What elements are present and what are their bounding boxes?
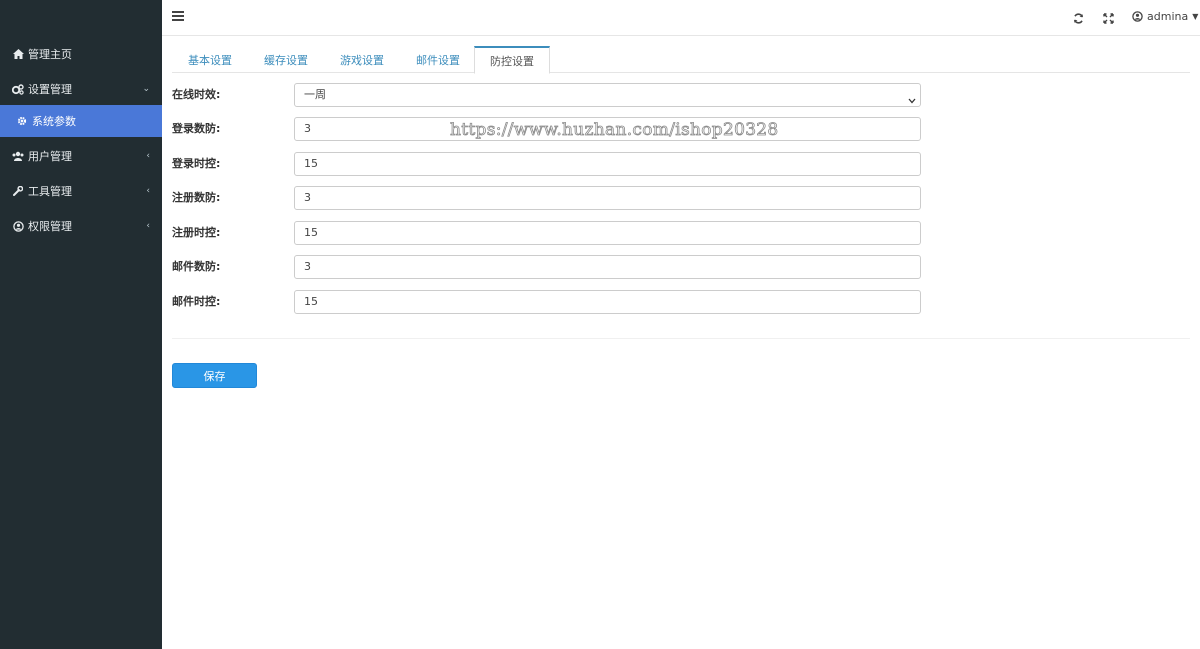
users-icon	[12, 150, 24, 162]
login-time-label: 登录时控:	[172, 157, 221, 170]
form-row-register-time: 注册时控: 15	[172, 221, 922, 245]
user-circle-icon	[1132, 11, 1143, 22]
sidebar-item-users[interactable]: 用户管理 ‹	[0, 140, 162, 172]
sidebar-item-label: 设置管理	[28, 83, 72, 96]
login-time-input[interactable]: 15	[294, 152, 921, 176]
sidebar-item-system-params[interactable]: 系统参数	[0, 105, 162, 137]
online-timeout-value: 一周	[304, 88, 326, 101]
sidebar-item-tools[interactable]: 工具管理 ‹	[0, 175, 162, 207]
form-row-mail-count: 邮件数防: 3	[172, 255, 922, 279]
cogs-icon	[12, 83, 24, 95]
login-count-input[interactable]: 3	[294, 117, 921, 141]
settings-tabs: 基本设置 缓存设置 游戏设置 邮件设置 防控设置	[172, 46, 1190, 74]
username-label: admina	[1147, 10, 1189, 23]
mail-count-input[interactable]: 3	[294, 255, 921, 279]
sidebar-item-label: 管理主页	[28, 48, 72, 61]
login-count-label: 登录数防:	[172, 122, 221, 135]
online-timeout-label: 在线时效:	[172, 88, 221, 101]
user-circle-icon	[12, 220, 24, 232]
tab-game-settings[interactable]: 游戏设置	[324, 46, 400, 73]
wrench-icon	[12, 185, 24, 197]
user-menu[interactable]: admina ▼	[1132, 10, 1198, 23]
sidebar-item-label: 系统参数	[32, 115, 76, 128]
form-row-login-count: 登录数防: 3	[172, 117, 922, 141]
chevron-down-icon	[908, 91, 916, 113]
chevron-left-icon: ‹	[146, 151, 150, 161]
register-time-label: 注册时控:	[172, 226, 221, 239]
fullscreen-icon[interactable]	[1101, 11, 1115, 25]
home-icon	[12, 48, 24, 60]
tab-cache-settings[interactable]: 缓存设置	[248, 46, 324, 73]
form-row-login-time: 登录时控: 15	[172, 152, 922, 176]
caret-down-icon: ▼	[1192, 12, 1199, 21]
register-count-input[interactable]: 3	[294, 186, 921, 210]
sidebar-item-label: 用户管理	[28, 150, 72, 163]
mail-count-label: 邮件数防:	[172, 260, 221, 273]
register-time-input[interactable]: 15	[294, 221, 921, 245]
tab-basic-settings[interactable]: 基本设置	[172, 46, 248, 73]
sidebar-item-label: 权限管理	[28, 220, 72, 233]
form-row-mail-time: 邮件时控: 15	[172, 290, 922, 314]
chevron-down-icon: ⌄	[142, 84, 150, 94]
mail-time-label: 邮件时控:	[172, 295, 221, 308]
tab-defense-settings[interactable]: 防控设置	[474, 46, 550, 74]
sidebar-item-settings[interactable]: 设置管理 ⌄	[0, 73, 162, 105]
sidebar: 管理主页 设置管理 ⌄ 系统参数 用户管理 ‹ 工具管理 ‹ 权限管理 ‹	[0, 0, 162, 649]
online-timeout-select[interactable]: 一周	[294, 83, 921, 107]
register-count-label: 注册数防:	[172, 191, 221, 204]
chevron-left-icon: ‹	[146, 186, 150, 196]
chevron-left-icon: ‹	[146, 221, 150, 231]
form-divider	[172, 338, 1190, 339]
form-row-register-count: 注册数防: 3	[172, 186, 922, 210]
sidebar-item-label: 工具管理	[28, 185, 72, 198]
tab-mail-settings[interactable]: 邮件设置	[400, 46, 476, 73]
hamburger-menu-icon[interactable]	[172, 11, 184, 23]
gear-icon	[16, 115, 28, 127]
refresh-icon[interactable]	[1071, 11, 1085, 25]
form-row-online-timeout: 在线时效: 一周	[172, 83, 922, 107]
sidebar-item-dashboard[interactable]: 管理主页	[0, 38, 162, 70]
sidebar-item-permissions[interactable]: 权限管理 ‹	[0, 210, 162, 242]
save-button[interactable]: 保存	[172, 363, 257, 388]
top-navbar: admina ▼	[162, 0, 1200, 36]
mail-time-input[interactable]: 15	[294, 290, 921, 314]
